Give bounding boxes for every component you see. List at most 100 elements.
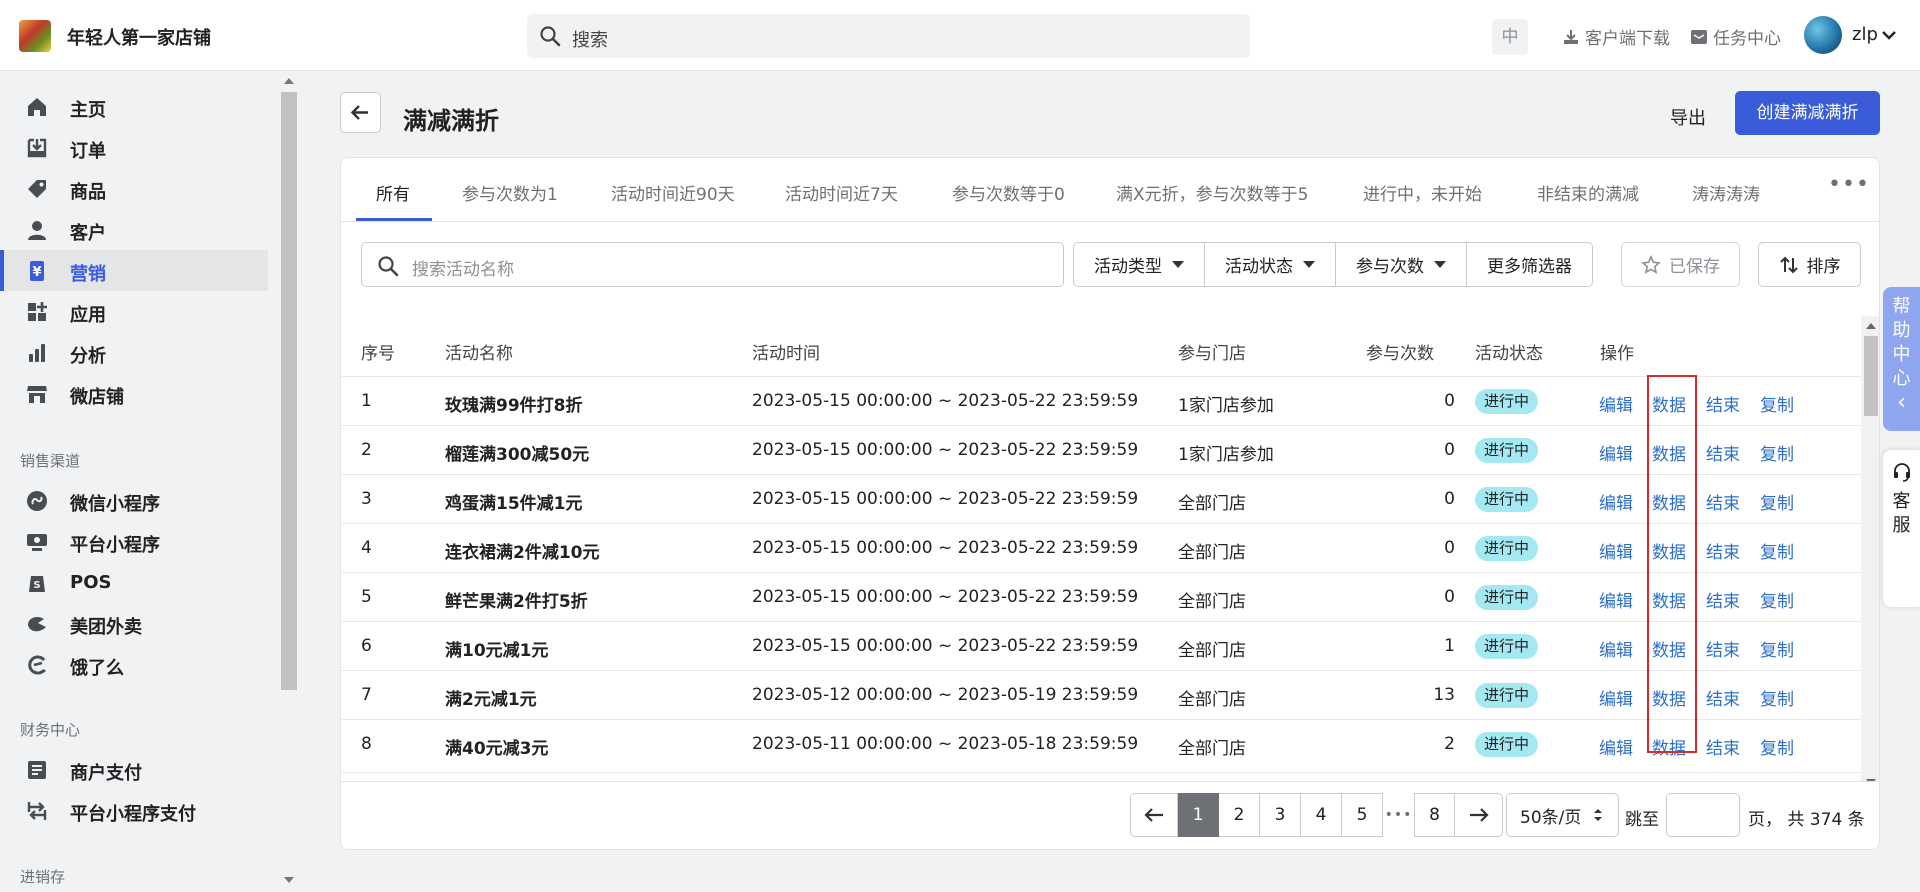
end-link[interactable]: 结束 — [1706, 734, 1740, 759]
prev-page-button[interactable] — [1130, 793, 1178, 837]
table-row[interactable]: 8 满40元减3元 2023-05-11 00:00:00 ~ 2023-05-… — [341, 719, 1861, 768]
table-row[interactable]: 1 玫瑰满99件打8折 2023-05-15 00:00:00 ~ 2023-0… — [341, 376, 1861, 425]
copy-link[interactable]: 复制 — [1760, 489, 1794, 514]
row-name[interactable]: 满40元减3元 — [445, 734, 549, 759]
row-name[interactable]: 满10元减1元 — [445, 636, 549, 661]
sidebar-item-platform-miniprogram[interactable]: 平台小程序 — [0, 521, 268, 562]
edit-link[interactable]: 编辑 — [1599, 587, 1633, 612]
edit-link[interactable]: 编辑 — [1599, 440, 1633, 465]
copy-link[interactable]: 复制 — [1760, 636, 1794, 661]
table-row[interactable]: 2 榴莲满300减50元 2023-05-15 00:00:00 ~ 2023-… — [341, 425, 1861, 474]
store-logo[interactable] — [19, 20, 51, 52]
more-tabs-button[interactable]: ••• — [1828, 172, 1870, 197]
tab-discount-participation-5[interactable]: 满X元折，参与次数等于5 — [1116, 180, 1308, 205]
page-button-3[interactable]: 3 — [1260, 793, 1301, 837]
tab-participation-0[interactable]: 参与次数等于0 — [952, 180, 1065, 205]
jump-page-input[interactable] — [1666, 793, 1740, 837]
row-name[interactable]: 榴莲满300减50元 — [445, 440, 589, 465]
page-button-5[interactable]: 5 — [1342, 793, 1383, 837]
end-link[interactable]: 结束 — [1706, 489, 1740, 514]
edit-link[interactable]: 编辑 — [1599, 685, 1633, 710]
participation-filter[interactable]: 参与次数 — [1336, 243, 1467, 286]
help-center-widget[interactable]: 帮 助 中 心 ‹ — [1883, 287, 1920, 431]
language-switch[interactable]: 中 — [1492, 19, 1528, 55]
table-row[interactable]: 6 满10元减1元 2023-05-15 00:00:00 ~ 2023-05-… — [341, 621, 1861, 670]
sidebar-item-orders[interactable]: 订单 — [0, 127, 268, 168]
export-button[interactable]: 导出 — [1670, 104, 1706, 130]
more-filters-button[interactable]: 更多筛选器 — [1467, 243, 1592, 286]
scroll-up-arrow-icon[interactable] — [1866, 323, 1876, 329]
customer-service-widget[interactable]: 客 服 — [1883, 450, 1920, 607]
end-link[interactable]: 结束 — [1706, 685, 1740, 710]
sidebar-item-home[interactable]: 主页 — [0, 86, 268, 127]
table-row[interactable]: 7 满2元减1元 2023-05-12 00:00:00 ~ 2023-05-1… — [341, 670, 1861, 719]
tab-recent-7-days[interactable]: 活动时间近7天 — [785, 180, 898, 205]
tab-recent-90-days[interactable]: 活动时间近90天 — [611, 180, 735, 205]
table-row[interactable]: 4 连衣裙满2件减10元 2023-05-15 00:00:00 ~ 2023-… — [341, 523, 1861, 572]
sidebar-item-meituan[interactable]: 美团外卖 — [0, 603, 268, 644]
row-name[interactable]: 鸡蛋满15件减1元 — [445, 489, 583, 514]
row-name[interactable]: 连衣裙满2件减10元 — [445, 538, 600, 563]
table-row[interactable]: 3 鸡蛋满15件减1元 2023-05-15 00:00:00 ~ 2023-0… — [341, 474, 1861, 523]
edit-link[interactable]: 编辑 — [1599, 636, 1633, 661]
table-scrollbar-thumb[interactable] — [1864, 336, 1878, 416]
copy-link[interactable]: 复制 — [1760, 391, 1794, 416]
sidebar-item-pos[interactable]: S POS — [0, 562, 268, 603]
client-download-link[interactable]: 客户端下载 — [1562, 24, 1670, 49]
end-link[interactable]: 结束 — [1706, 538, 1740, 563]
scroll-down-arrow-icon[interactable] — [284, 877, 294, 883]
row-name[interactable]: 玫瑰满99件打8折 — [445, 391, 583, 416]
sidebar-item-eleme[interactable]: 饿了么 — [0, 644, 268, 685]
table-scrollbar[interactable] — [1861, 316, 1879, 793]
page-button-4[interactable]: 4 — [1301, 793, 1342, 837]
tab-custom-view[interactable]: 涛涛涛涛 — [1692, 180, 1760, 205]
sidebar-item-customers[interactable]: 客户 — [0, 209, 268, 250]
next-page-button[interactable] — [1455, 793, 1503, 837]
sidebar-item-wechat-miniprogram[interactable]: 微信小程序 — [0, 480, 268, 521]
activity-search-input[interactable]: 搜索活动名称 — [361, 242, 1064, 287]
copy-link[interactable]: 复制 — [1760, 734, 1794, 759]
task-center-link[interactable]: 任务中心 — [1690, 24, 1781, 49]
end-link[interactable]: 结束 — [1706, 440, 1740, 465]
table-row[interactable]: 5 鲜芒果满2件打5折 2023-05-15 00:00:00 ~ 2023-0… — [341, 572, 1861, 621]
sort-button[interactable]: 排序 — [1758, 242, 1861, 287]
activity-status-filter[interactable]: 活动状态 — [1205, 243, 1336, 286]
end-link[interactable]: 结束 — [1706, 636, 1740, 661]
sidebar-item-marketing[interactable]: ¥ 营销 — [0, 250, 268, 291]
copy-link[interactable]: 复制 — [1760, 685, 1794, 710]
tab-non-ended[interactable]: 非结束的满减 — [1537, 180, 1639, 205]
edit-link[interactable]: 编辑 — [1599, 489, 1633, 514]
sidebar-item-apps[interactable]: 应用 — [0, 291, 268, 332]
global-search-input[interactable]: 搜索 — [527, 14, 1250, 58]
scroll-up-arrow-icon[interactable] — [284, 78, 294, 84]
sidebar-item-platform-payment[interactable]: 平台小程序支付 — [0, 790, 268, 831]
store-name[interactable]: 年轻人第一家店铺 — [67, 24, 211, 50]
sidebar-item-micro-store[interactable]: 微店铺 — [0, 373, 268, 414]
back-button[interactable] — [340, 92, 381, 133]
activity-type-filter[interactable]: 活动类型 — [1074, 243, 1205, 286]
end-link[interactable]: 结束 — [1706, 587, 1740, 612]
tab-participation-1[interactable]: 参与次数为1 — [462, 180, 558, 205]
tab-ongoing-not-started[interactable]: 进行中，未开始 — [1363, 180, 1482, 205]
edit-link[interactable]: 编辑 — [1599, 734, 1633, 759]
sidebar-item-merchant-payment[interactable]: 商户支付 — [0, 749, 268, 790]
page-button-2[interactable]: 2 — [1219, 793, 1260, 837]
page-button-last[interactable]: 8 — [1414, 793, 1455, 837]
copy-link[interactable]: 复制 — [1760, 440, 1794, 465]
tab-all[interactable]: 所有 — [376, 180, 410, 205]
edit-link[interactable]: 编辑 — [1599, 391, 1633, 416]
page-button-1[interactable]: 1 — [1178, 793, 1219, 837]
copy-link[interactable]: 复制 — [1760, 538, 1794, 563]
end-link[interactable]: 结束 — [1706, 391, 1740, 416]
edit-link[interactable]: 编辑 — [1599, 538, 1633, 563]
sidebar-scrollbar-thumb[interactable] — [281, 92, 297, 690]
row-name[interactable]: 鲜芒果满2件打5折 — [445, 587, 588, 612]
sidebar-item-analytics[interactable]: 分析 — [0, 332, 268, 373]
avatar[interactable] — [1804, 16, 1842, 54]
user-menu[interactable]: zlp — [1852, 24, 1896, 45]
create-promotion-button[interactable]: 创建满减满折 — [1735, 91, 1880, 135]
saved-button[interactable]: 已保存 — [1621, 242, 1740, 287]
per-page-select[interactable]: 50条/页 — [1506, 793, 1619, 837]
row-name[interactable]: 满2元减1元 — [445, 685, 537, 710]
sidebar-item-products[interactable]: 商品 — [0, 168, 268, 209]
